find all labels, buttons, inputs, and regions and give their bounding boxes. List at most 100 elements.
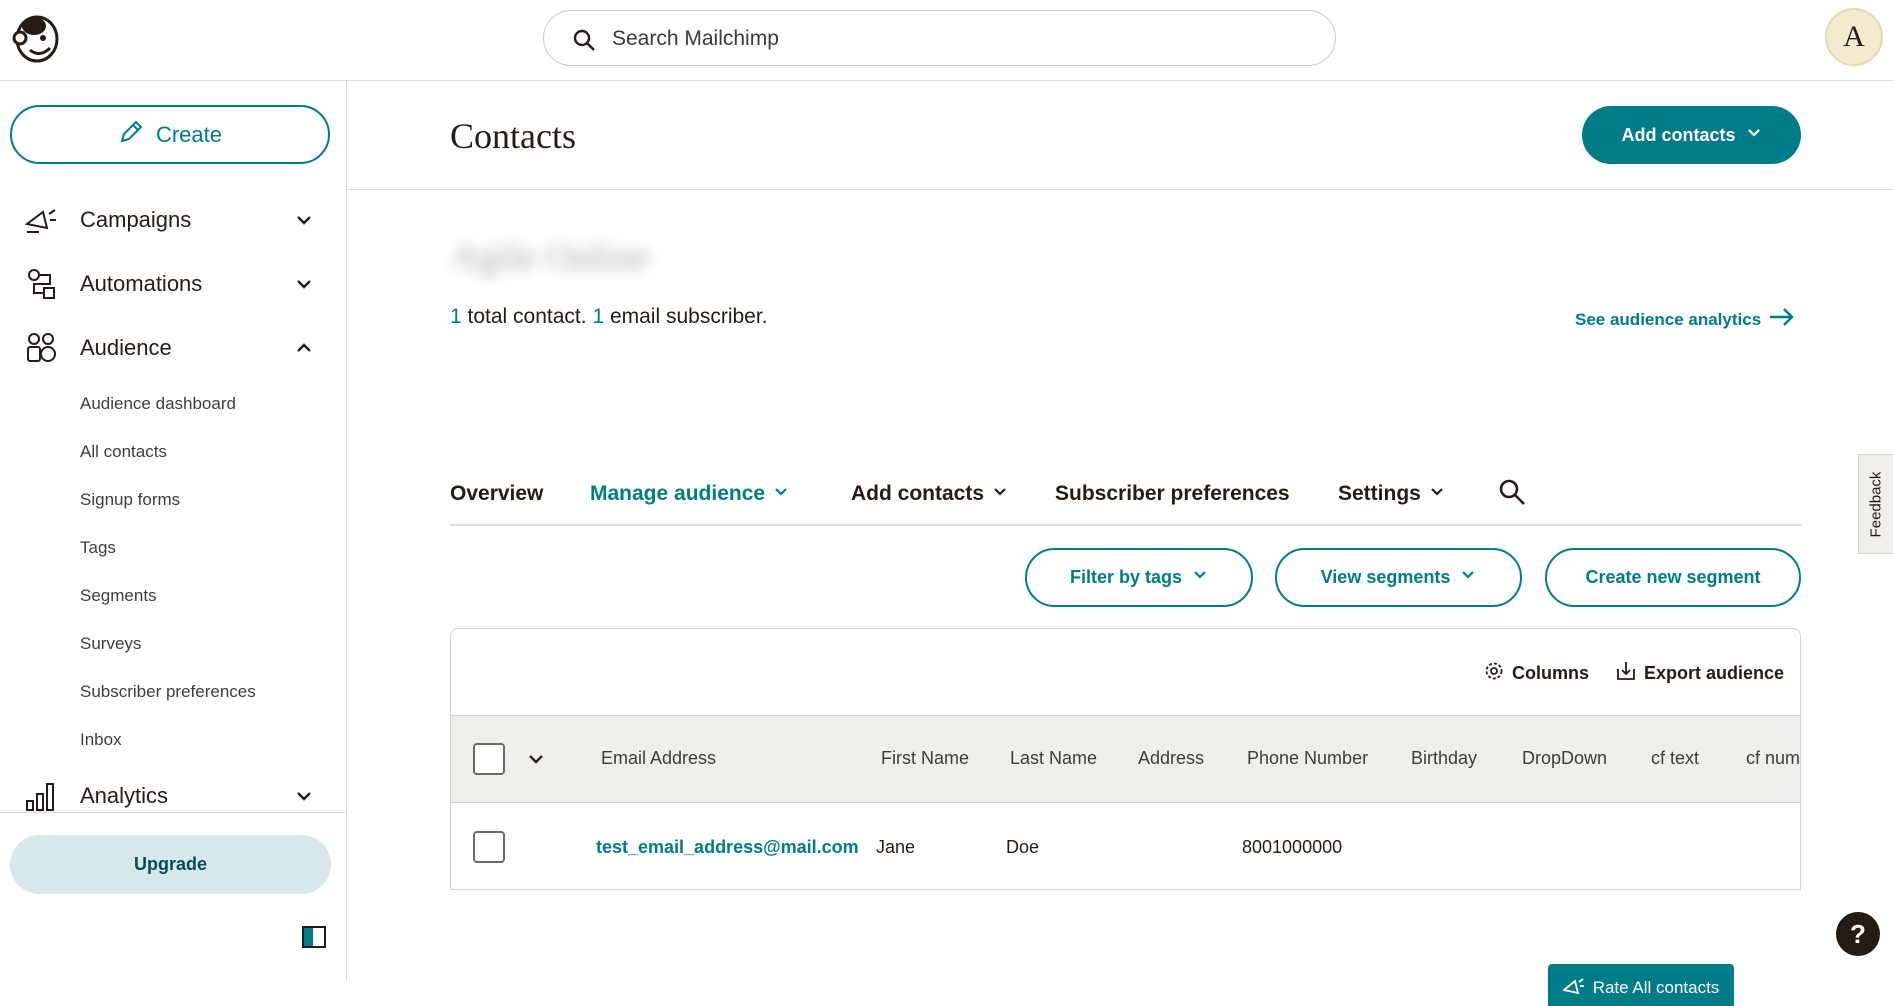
rate-label: Rate All contacts bbox=[1592, 978, 1720, 997]
sidebar-subitem-subscriber-preferences[interactable]: Subscriber preferences bbox=[80, 680, 256, 704]
chevron-down-icon bbox=[992, 482, 1008, 506]
table-toolbar: Columns Export audience bbox=[451, 629, 1800, 716]
feedback-tab[interactable]: Feedback bbox=[1858, 454, 1893, 554]
help-button[interactable]: ? bbox=[1836, 912, 1880, 956]
sidebar-subitem-audience-dashboard[interactable]: Audience dashboard bbox=[80, 392, 236, 416]
total-contact-text: total contact. bbox=[461, 305, 593, 328]
sidebar-subitem-all-contacts[interactable]: All contacts bbox=[80, 440, 167, 464]
pencil-icon bbox=[118, 119, 144, 151]
search-input[interactable] bbox=[612, 24, 1312, 54]
create-new-segment-label: Create new segment bbox=[1585, 567, 1761, 587]
add-contacts-button[interactable]: Add contacts bbox=[1582, 106, 1801, 164]
tab-manage-audience[interactable]: Manage audience bbox=[590, 482, 789, 506]
column-header-cf-num[interactable]: cf num bbox=[1746, 748, 1800, 769]
row-last-name: Doe bbox=[1006, 837, 1040, 857]
columns-label: Columns bbox=[1512, 663, 1590, 683]
sidebar-item-automations[interactable]: Automations bbox=[24, 264, 324, 304]
megaphone-icon bbox=[24, 203, 58, 237]
create-new-segment-button[interactable]: Create new segment bbox=[1545, 548, 1801, 607]
tab-add-contacts[interactable]: Add contacts bbox=[851, 482, 1008, 506]
tab-overview[interactable]: Overview bbox=[450, 482, 543, 506]
contacts-table: Columns Export audience Email Address Fi… bbox=[450, 628, 1801, 890]
chevron-down-icon bbox=[294, 786, 314, 806]
select-all-checkbox[interactable] bbox=[473, 743, 505, 775]
sidebar-item-label: Analytics bbox=[80, 783, 169, 808]
column-header-address[interactable]: Address bbox=[1138, 748, 1204, 769]
column-header-first-name[interactable]: First Name bbox=[881, 748, 969, 769]
megaphone-icon bbox=[1561, 976, 1585, 1001]
chevron-up-icon bbox=[294, 338, 314, 358]
table-header-row: Email Address First Name Last Name Addre… bbox=[451, 716, 1800, 803]
sidebar-subitem-surveys[interactable]: Surveys bbox=[80, 632, 141, 656]
avatar[interactable]: A bbox=[1825, 8, 1883, 66]
row-first-name: Jane bbox=[876, 837, 916, 857]
automation-flow-icon bbox=[24, 267, 58, 301]
row-phone: 8001000000 bbox=[1242, 837, 1343, 857]
page-title: Contacts bbox=[450, 116, 576, 156]
column-header-phone[interactable]: Phone Number bbox=[1247, 748, 1368, 769]
search-icon[interactable] bbox=[1498, 478, 1526, 506]
contact-summary: 1 total contact. 1 email subscriber. bbox=[450, 305, 768, 329]
tab-settings[interactable]: Settings bbox=[1338, 482, 1445, 506]
tab-label: Subscriber preferences bbox=[1055, 482, 1290, 505]
sidebar-subitem-tags[interactable]: Tags bbox=[80, 536, 116, 560]
chevron-down-icon bbox=[1746, 125, 1762, 146]
sidebar-item-label: Automations bbox=[80, 271, 203, 296]
view-segments-label: View segments bbox=[1320, 567, 1451, 587]
tab-subscriber-preferences[interactable]: Subscriber preferences bbox=[1055, 482, 1290, 506]
column-header-birthday[interactable]: Birthday bbox=[1411, 748, 1477, 769]
create-button[interactable]: Create bbox=[10, 105, 330, 164]
bar-chart-icon bbox=[24, 779, 58, 813]
sidebar-subitem-signup-forms[interactable]: Signup forms bbox=[80, 488, 180, 512]
sidebar-subitem-segments[interactable]: Segments bbox=[80, 584, 157, 608]
chevron-down-icon bbox=[773, 482, 789, 506]
export-audience-label: Export audience bbox=[1644, 663, 1785, 683]
chevron-down-icon bbox=[1429, 482, 1445, 506]
sidebar-item-analytics[interactable]: Analytics bbox=[24, 776, 324, 816]
total-contact-count: 1 bbox=[450, 305, 462, 328]
subscriber-text: email subscriber. bbox=[604, 305, 768, 328]
filter-by-tags-label: Filter by tags bbox=[1069, 567, 1183, 587]
collapse-sidebar-icon[interactable] bbox=[302, 926, 326, 948]
row-email[interactable]: test_email_address@mail.com bbox=[596, 837, 859, 858]
upgrade-button[interactable]: Upgrade bbox=[10, 835, 331, 894]
gear-icon bbox=[1484, 661, 1504, 686]
table-row: test_email_address@mail.com Jane Doe 800… bbox=[451, 803, 1800, 889]
search-icon bbox=[572, 28, 596, 52]
columns-button[interactable]: Columns bbox=[1484, 661, 1589, 686]
download-icon bbox=[1616, 661, 1636, 686]
audience-tabs: Overview Manage audience Add contacts Su… bbox=[450, 470, 1801, 526]
sidebar-divider bbox=[0, 812, 347, 813]
export-audience-button[interactable]: Export audience bbox=[1616, 661, 1784, 686]
audience-name: Agile Online bbox=[452, 236, 650, 278]
subscriber-count: 1 bbox=[592, 305, 605, 328]
tab-label: Settings bbox=[1338, 482, 1421, 505]
analytics-link-label: See audience analytics bbox=[1575, 309, 1762, 329]
column-header-cf-text[interactable]: cf text bbox=[1651, 748, 1699, 769]
view-segments-button[interactable]: View segments bbox=[1275, 548, 1522, 607]
arrow-right-icon bbox=[1769, 307, 1795, 332]
see-audience-analytics-link[interactable]: See audience analytics bbox=[1575, 307, 1795, 332]
sidebar-item-campaigns[interactable]: Campaigns bbox=[24, 200, 324, 240]
chevron-down-icon bbox=[294, 274, 314, 294]
sidebar-subitem-inbox[interactable]: Inbox bbox=[80, 728, 122, 752]
audience-icon bbox=[24, 331, 58, 365]
sidebar-item-audience[interactable]: Audience bbox=[24, 328, 324, 368]
add-contacts-label: Add contacts bbox=[1621, 124, 1736, 145]
row-checkbox[interactable] bbox=[473, 831, 505, 863]
feedback-label: Feedback bbox=[1867, 471, 1885, 537]
create-label: Create bbox=[155, 121, 223, 147]
chevron-down-icon[interactable] bbox=[527, 750, 545, 773]
sidebar-item-label: Audience bbox=[80, 335, 172, 360]
chevron-down-icon bbox=[294, 210, 314, 230]
chevron-down-icon bbox=[1460, 567, 1476, 588]
mailchimp-logo-icon[interactable] bbox=[12, 12, 62, 64]
filter-by-tags-button[interactable]: Filter by tags bbox=[1025, 548, 1253, 607]
header-divider bbox=[347, 189, 1893, 190]
column-header-email[interactable]: Email Address bbox=[601, 748, 716, 769]
tab-label: Add contacts bbox=[851, 482, 985, 505]
column-header-dropdown[interactable]: DropDown bbox=[1522, 748, 1607, 769]
column-header-last-name[interactable]: Last Name bbox=[1010, 748, 1097, 769]
rate-all-contacts-button[interactable]: Rate All contacts bbox=[1548, 964, 1734, 1006]
chevron-down-icon bbox=[1192, 567, 1208, 588]
